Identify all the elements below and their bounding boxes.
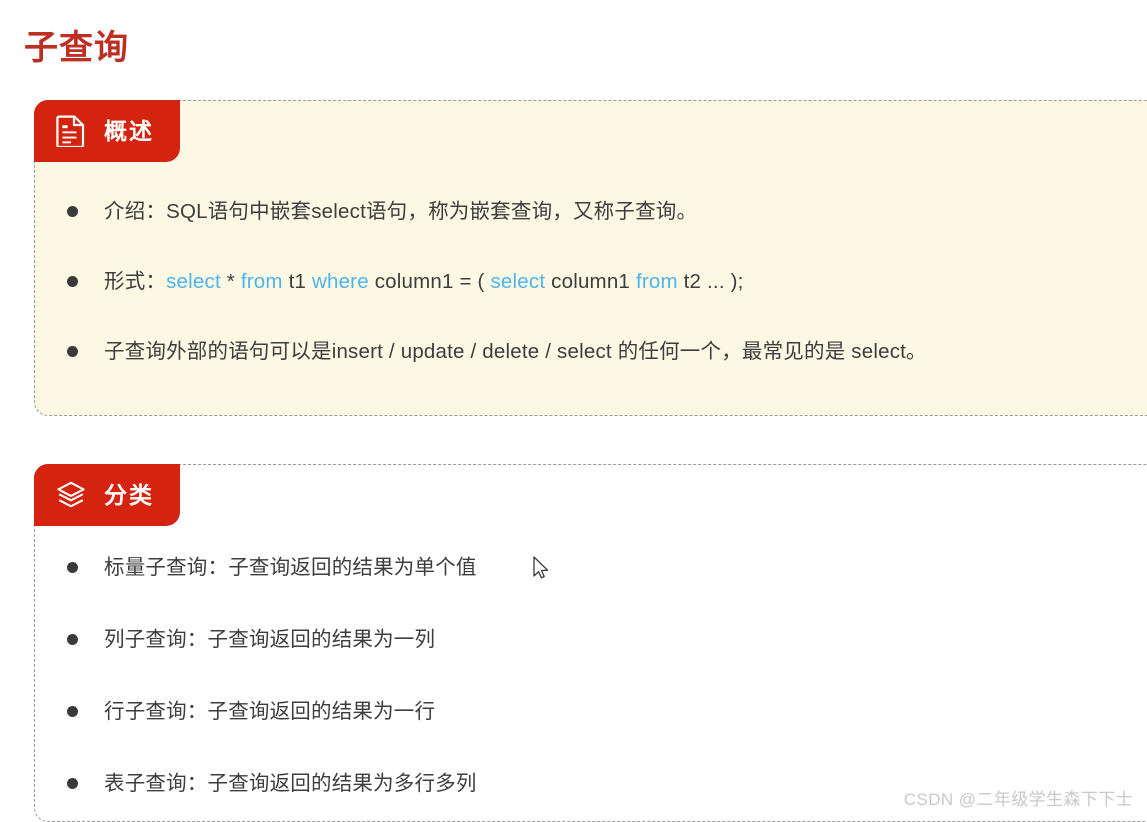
overview-outer-statement-text: 子查询外部的语句可以是insert / update / delete / se… xyxy=(104,340,927,363)
document-icon xyxy=(56,115,85,147)
classification-callout: 分类 标量子查询：子查询返回的结果为单个值 列子查询：子查询返回的结果为一列 行… xyxy=(34,464,1147,822)
row-subquery-text: 行子查询：子查询返回的结果为一行 xyxy=(104,700,436,723)
slide-page: 子查询 概述 介绍：SQL语句中嵌套select语句，称为嵌套查询，又称子查询。… xyxy=(0,0,1147,822)
scalar-subquery-text: 标量子查询：子查询返回的结果为单个值 xyxy=(104,556,477,579)
list-item: 子查询外部的语句可以是insert / update / delete / se… xyxy=(67,337,1147,367)
bullet-dot xyxy=(67,778,78,789)
overview-header: 概述 xyxy=(34,100,180,162)
sql-text: 形式： xyxy=(104,270,167,293)
list-item: 标量子查询：子查询返回的结果为单个值 xyxy=(67,553,1147,583)
list-item: 行子查询：子查询返回的结果为一行 xyxy=(67,697,1147,727)
sql-text: column1 xyxy=(545,270,636,293)
sql-keyword: from xyxy=(635,270,678,293)
csdn-watermark: CSDN @二年级学生森下下士 xyxy=(903,790,1133,809)
sql-keyword: select xyxy=(490,270,546,293)
overview-bullet-list: 介绍：SQL语句中嵌套select语句，称为嵌套查询，又称子查询。 形式：sel… xyxy=(67,197,1147,367)
bullet-dot xyxy=(67,206,78,217)
classification-bullet-list: 标量子查询：子查询返回的结果为单个值 列子查询：子查询返回的结果为一列 行子查询… xyxy=(67,553,1147,799)
layers-icon xyxy=(57,481,85,508)
classification-header: 分类 xyxy=(34,464,180,526)
bullet-dot xyxy=(67,276,78,287)
overview-syntax-text: 形式：select * from t1 where column1 = ( se… xyxy=(104,267,744,297)
list-item: 列子查询：子查询返回的结果为一列 xyxy=(67,625,1147,655)
sql-text: t1 xyxy=(282,270,312,293)
overview-header-label: 概述 xyxy=(104,117,154,144)
page-title: 子查询 xyxy=(24,29,129,67)
sql-keyword: where xyxy=(311,270,369,293)
sql-keyword: from xyxy=(240,270,283,293)
column-subquery-text: 列子查询：子查询返回的结果为一列 xyxy=(104,628,436,651)
sql-text: t2 ... ); xyxy=(677,270,744,293)
bullet-dot xyxy=(67,562,78,573)
bullet-dot xyxy=(67,346,78,357)
list-item: 形式：select * from t1 where column1 = ( se… xyxy=(67,267,1147,297)
sql-text: * xyxy=(220,270,241,293)
table-subquery-text: 表子查询：子查询返回的结果为多行多列 xyxy=(104,772,477,795)
bullet-dot xyxy=(67,634,78,645)
sql-text: column1 = ( xyxy=(368,270,491,293)
sql-keyword: select xyxy=(166,270,221,293)
classification-header-label: 分类 xyxy=(104,481,154,508)
overview-callout: 概述 介绍：SQL语句中嵌套select语句，称为嵌套查询，又称子查询。 形式：… xyxy=(34,100,1147,416)
list-item: 介绍：SQL语句中嵌套select语句，称为嵌套查询，又称子查询。 xyxy=(67,197,1147,227)
overview-intro-text: 介绍：SQL语句中嵌套select语句，称为嵌套查询，又称子查询。 xyxy=(104,200,698,223)
bullet-dot xyxy=(67,706,78,717)
